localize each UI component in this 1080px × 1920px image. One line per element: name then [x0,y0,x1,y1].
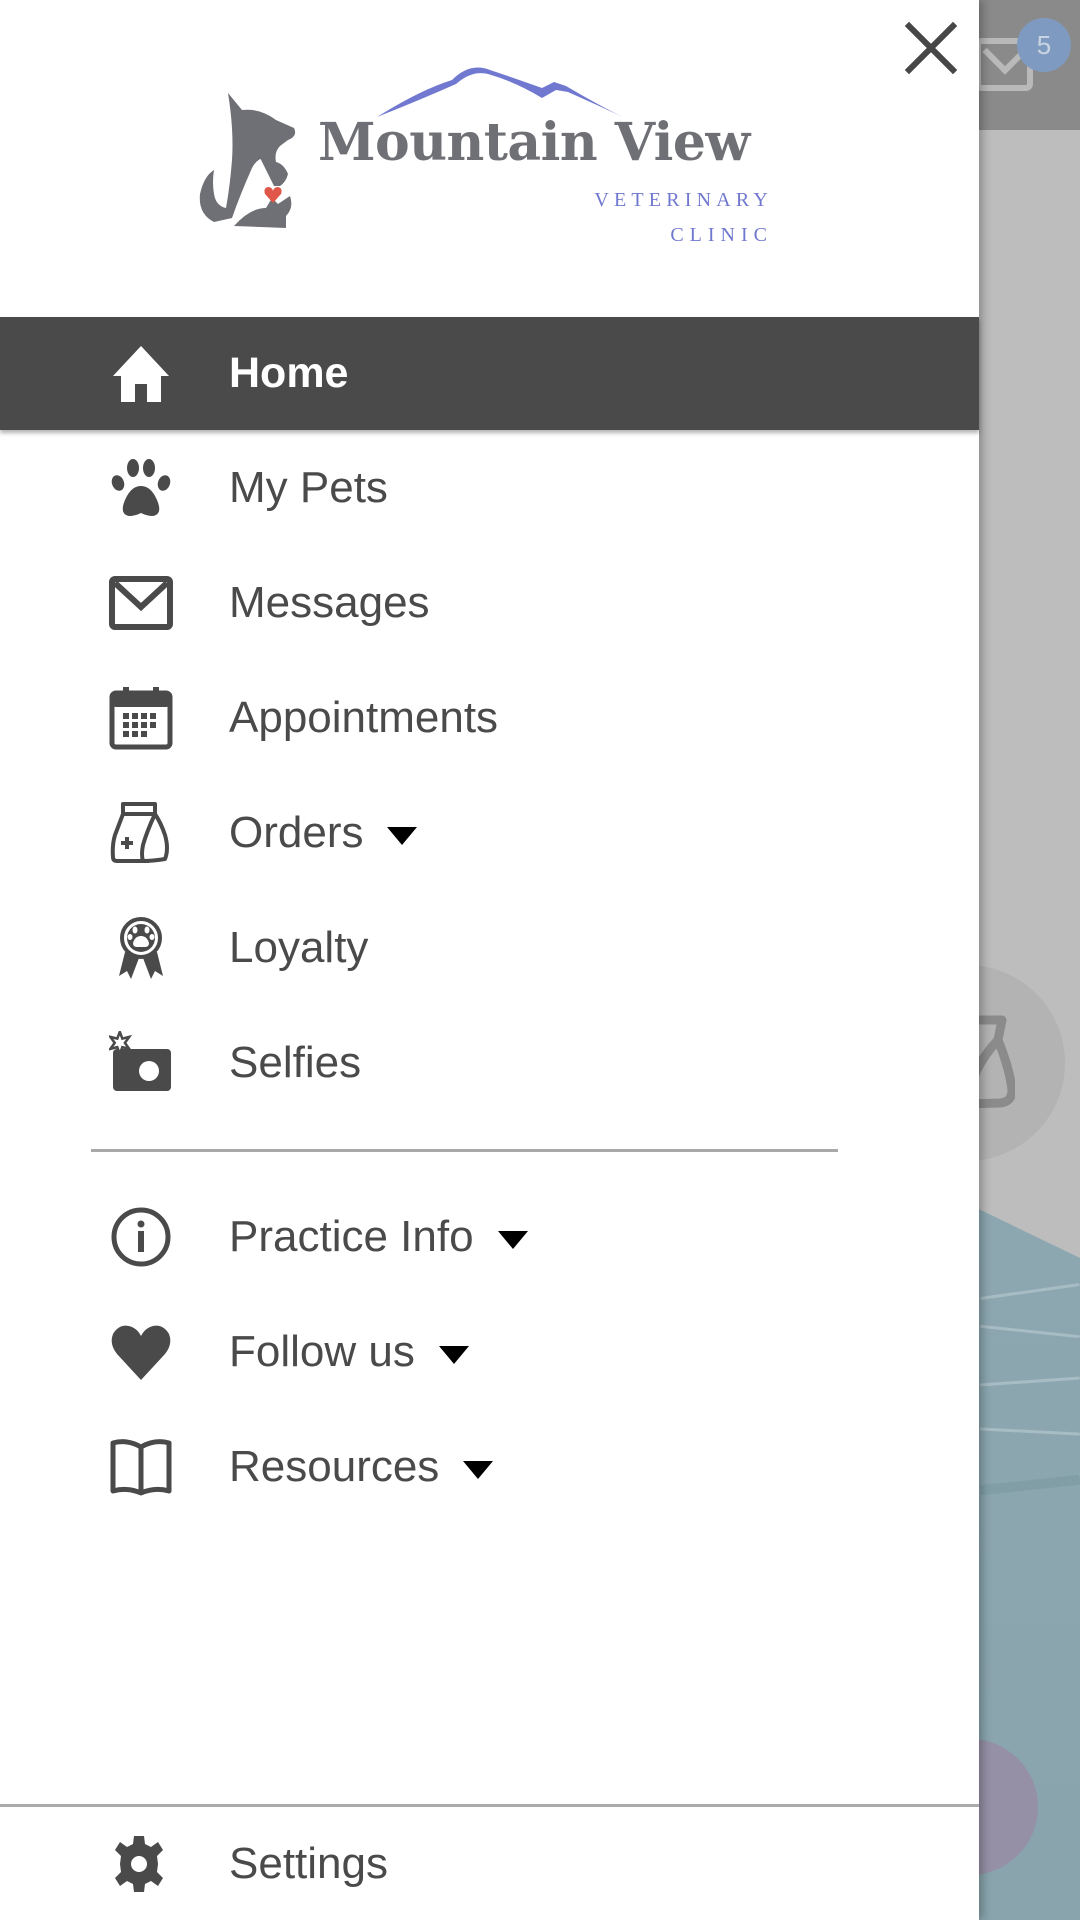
menu-item-text: Resources [229,1441,440,1491]
close-icon [904,21,958,75]
menu-item-my-pets[interactable]: My Pets [0,430,979,545]
menu-item-label: Follow us [229,1327,469,1377]
secondary-menu: Practice Info Follow us Resources [0,1179,979,1524]
heart-icon [106,1317,176,1387]
menu-item-text: Orders [229,807,364,857]
menu-item-orders[interactable]: Orders [0,775,979,890]
menu-item-label: My Pets [229,462,388,512]
logo-heart [264,187,282,203]
dropdown-caret-icon [497,1230,528,1249]
dropdown-caret-icon [463,1460,494,1479]
menu-item-settings[interactable]: Settings [0,1807,979,1920]
dropdown-caret-icon [438,1345,469,1364]
menu-item-home[interactable]: Home [0,317,979,430]
background-mail-badge: 5 [1017,18,1071,72]
menu-item-selfies[interactable]: Selfies [0,1005,979,1120]
dropdown-caret-icon [387,826,418,845]
menu-item-label: Resources [229,1441,494,1492]
paw-icon [106,453,176,523]
menu-item-messages[interactable]: Messages [0,545,979,660]
award-ribbon-icon [106,913,176,983]
menu-item-label: Selfies [229,1037,362,1087]
medicine-bag-icon [106,798,176,868]
menu-item-text: Follow us [229,1326,415,1376]
book-icon [106,1432,176,1502]
home-icon [106,339,176,409]
menu-item-text: Practice Info [229,1211,474,1261]
menu-item-practice-info[interactable]: Practice Info [0,1179,979,1294]
calendar-icon [106,683,176,753]
menu-item-label: Loyalty [229,922,369,972]
logo-title: Mountain View [318,112,750,173]
menu-item-label: Appointments [229,692,499,742]
gear-icon [104,1829,174,1899]
camera-star-icon [106,1028,176,1098]
menu-item-label: Settings [229,1838,388,1888]
primary-menu: Home My Pets Messages Appointments Order… [0,317,979,1120]
clinic-logo: Mountain View VETERINARY CLINIC [190,60,790,250]
close-drawer-button[interactable] [903,20,959,76]
info-icon [106,1202,176,1272]
menu-item-label: Practice Info [229,1212,528,1262]
heart-logo-icon [264,187,282,203]
menu-item-label: Orders [229,807,418,858]
menu-item-loyalty[interactable]: Loyalty [0,890,979,1005]
menu-item-appointments[interactable]: Appointments [0,660,979,775]
navigation-drawer: Mountain View VETERINARY CLINIC Home My … [0,0,979,1920]
menu-item-resources[interactable]: Resources [0,1409,979,1524]
envelope-icon [106,568,176,638]
menu-item-label: Home [229,349,349,397]
menu-item-follow-us[interactable]: Follow us [0,1294,979,1409]
menu-item-label: Messages [229,577,430,627]
logo-subtitle-veterinary: VETERINARY [594,189,773,211]
menu-divider [91,1149,838,1152]
logo-subtitle-clinic: CLINIC [670,224,773,246]
